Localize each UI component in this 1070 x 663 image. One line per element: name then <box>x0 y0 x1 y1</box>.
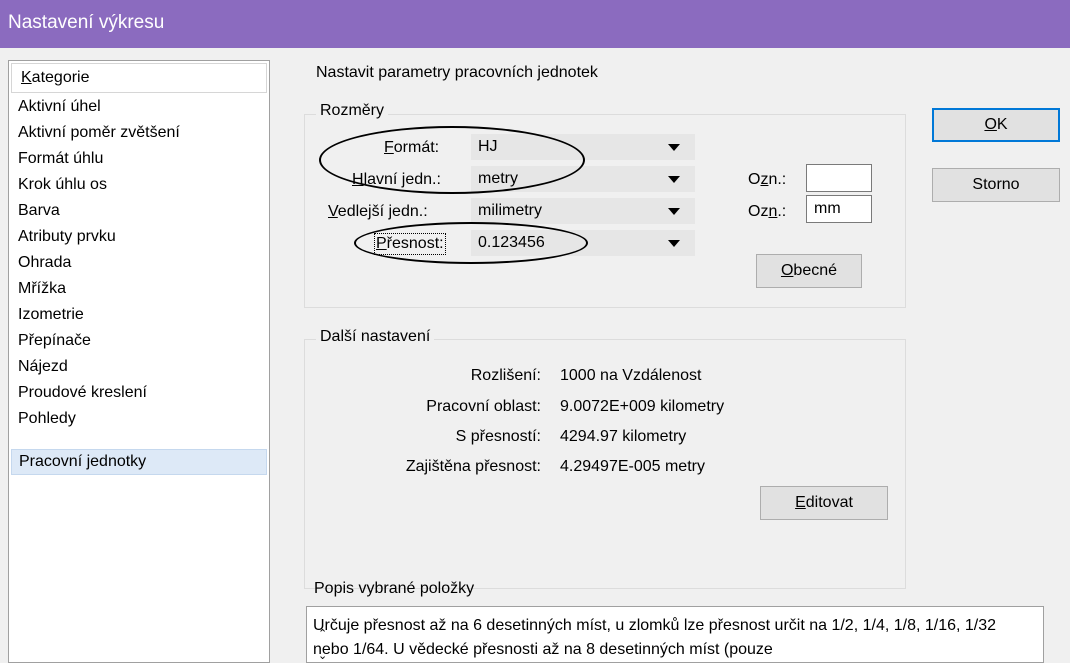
description-title: Popis vybrané položky <box>314 580 475 597</box>
description-scrollbar[interactable]: ⌃ ⌄ <box>313 614 1025 662</box>
category-list[interactable]: Kategorie Aktivní úhel Aktivní poměr zvě… <box>8 60 270 663</box>
category-item[interactable]: Aktivní poměr zvětšení <box>11 121 267 147</box>
guaranteed-accuracy-value: 4.29497E-005 metry <box>560 458 705 475</box>
scroll-down-icon[interactable]: ⌄ <box>318 644 327 662</box>
category-item[interactable]: Izometrie <box>11 303 267 329</box>
scroll-up-icon[interactable]: ⌃ <box>318 622 327 646</box>
category-item[interactable]: Mřížka <box>11 277 267 303</box>
category-item[interactable]: Proudové kreslení <box>11 381 267 407</box>
category-item[interactable]: Pohledy <box>11 407 267 433</box>
category-item[interactable]: Aktivní úhel <box>11 95 267 121</box>
category-item[interactable]: Krok úhlu os <box>11 173 267 199</box>
resolution-label: Rozlišení: <box>470 367 541 384</box>
category-item[interactable]: Nájezd <box>11 355 267 381</box>
dropdown-arrow-icon <box>668 144 680 151</box>
ok-button[interactable]: OK <box>932 108 1060 142</box>
general-button[interactable]: Obecné <box>756 254 862 288</box>
category-item[interactable]: Atributy prvku <box>11 225 267 251</box>
sub-unit-label-ozn: Ozn.: <box>748 203 787 220</box>
category-item[interactable]: Přepínače <box>11 329 267 355</box>
sub-unit-dropdown[interactable]: milimetry <box>471 198 695 224</box>
cancel-button[interactable]: Storno <box>932 168 1060 202</box>
resolution-value: 1000 na Vzdálenost <box>560 367 702 384</box>
category-header-label: Kategorie <box>21 69 90 86</box>
category-item-selected[interactable]: Pracovní jednotky <box>11 449 267 475</box>
description-box: Určuje přesnost až na 6 desetinných míst… <box>306 606 1044 663</box>
main-unit-label-input[interactable] <box>806 164 872 192</box>
dropdown-arrow-icon <box>668 208 680 215</box>
main-unit-label-ozn: Ozn.: <box>748 171 787 188</box>
accuracy-label: S přesností: <box>455 428 541 445</box>
category-item[interactable]: Formát úhlu <box>11 147 267 173</box>
category-item[interactable]: Barva <box>11 199 267 225</box>
dropdown-arrow-icon <box>668 240 680 247</box>
working-area-label: Pracovní oblast: <box>426 398 541 415</box>
working-area-value: 9.0072E+009 kilometry <box>560 398 725 415</box>
window-title: Nastavení výkresu <box>8 12 165 33</box>
sub-unit-label: Vedlejší jedn.: <box>328 203 428 220</box>
edit-button[interactable]: Editovat <box>760 486 888 520</box>
settings-dialog: Kategorie Aktivní úhel Aktivní poměr zvě… <box>0 48 1070 663</box>
dimensions-group-title: Rozměry <box>316 102 389 120</box>
category-list-header[interactable]: Kategorie <box>11 63 267 93</box>
other-settings-group-title: Další nastavení <box>316 328 435 346</box>
annotation-oval <box>354 222 588 264</box>
title-bar: Nastavení výkresu <box>0 0 1070 48</box>
annotation-oval <box>319 126 585 194</box>
page-heading: Nastavit parametry pracovních jednotek <box>316 64 598 81</box>
guaranteed-accuracy-label: Zajištěna přesnost: <box>405 458 541 475</box>
sub-unit-label-value: mm <box>814 200 841 217</box>
category-item[interactable]: Ohrada <box>11 251 267 277</box>
sub-unit-value: milimetry <box>478 202 542 219</box>
dropdown-arrow-icon <box>668 176 680 183</box>
accuracy-value: 4294.97 kilometry <box>560 428 687 445</box>
sub-unit-label-input[interactable]: mm <box>806 195 872 223</box>
